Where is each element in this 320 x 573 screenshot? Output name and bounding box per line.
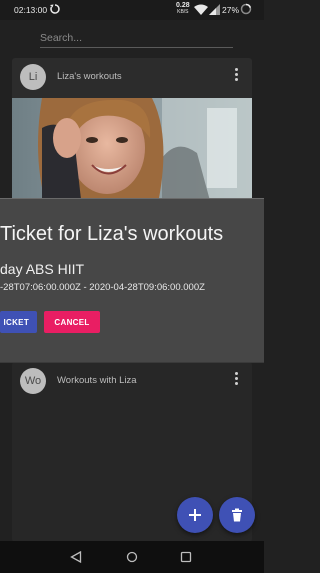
workout-photo xyxy=(12,98,252,208)
delete-button[interactable] xyxy=(219,497,255,533)
search-input[interactable] xyxy=(40,26,233,47)
plus-icon xyxy=(189,509,201,521)
avatar: Li xyxy=(20,64,46,90)
search-bar xyxy=(40,26,233,48)
more-vert-icon[interactable] xyxy=(232,67,240,83)
more-vert-icon[interactable] xyxy=(232,371,240,387)
workout-card[interactable]: Wo Workouts with Liza xyxy=(12,362,252,542)
workout-card[interactable]: Li Liza's workouts xyxy=(12,58,252,208)
avatar: Wo xyxy=(20,368,46,394)
network-speed-unit: KB/S xyxy=(177,9,189,15)
dialog-subtitle: day ABS HIIT xyxy=(0,261,85,277)
card-title: Liza's workouts xyxy=(57,71,122,82)
navigation-bar xyxy=(0,541,264,573)
home-circle-icon[interactable] xyxy=(126,551,138,563)
trash-icon xyxy=(232,508,242,522)
card-title: Workouts with Liza xyxy=(57,375,137,386)
status-bar: 02:13:00 0.28 KB/S 27% xyxy=(0,0,264,20)
network-speed-value: 0.28 xyxy=(176,2,190,9)
signal-icon xyxy=(209,4,220,15)
card-header: Wo Workouts with Liza xyxy=(12,362,252,400)
add-button[interactable] xyxy=(177,497,213,533)
cancel-button[interactable]: CANCEL xyxy=(44,311,100,333)
dialog-dates: -28T07:06:00.000Z - 2020-04-28T09:06:00.… xyxy=(0,282,205,293)
card-header: Li Liza's workouts xyxy=(12,58,252,96)
back-triangle-icon[interactable] xyxy=(70,551,82,563)
sync-icon xyxy=(50,4,60,14)
status-time: 02:13:00 xyxy=(14,5,48,15)
ticket-dialog: Ticket for Liza's workouts day ABS HIIT … xyxy=(0,198,264,363)
dialog-title: Ticket for Liza's workouts xyxy=(0,223,224,245)
ticket-button[interactable]: ICKET xyxy=(0,311,37,333)
battery-level: 27% xyxy=(222,5,240,15)
recents-square-icon[interactable] xyxy=(180,551,192,563)
battery-icon xyxy=(240,3,252,15)
wifi-icon xyxy=(194,4,208,15)
network-speed: 0.28 KB/S xyxy=(176,2,190,16)
